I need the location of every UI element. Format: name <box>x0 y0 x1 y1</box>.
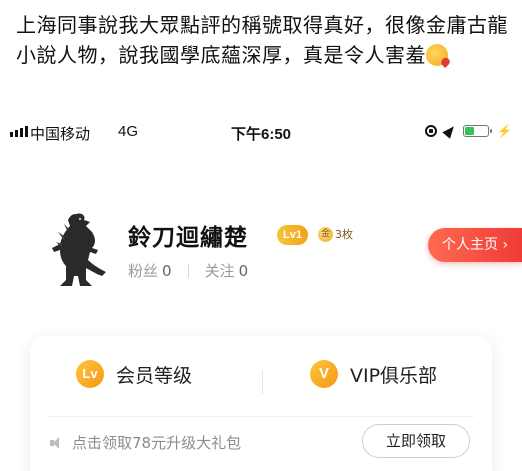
member-level-item[interactable]: Lv 会员等级 <box>76 360 192 388</box>
speaker-icon <box>50 436 64 450</box>
status-bar: 中国移动 4G 下午6:50 ⚡ <box>0 120 522 144</box>
level-icon: Lv <box>76 360 104 388</box>
membership-card: Lv 会员等级 V VIP俱乐部 点击领取78元升级大礼包 立即领取 <box>30 336 492 471</box>
profile-stats: 粉丝 0 关注 0 <box>128 260 248 281</box>
claim-now-button[interactable]: 立即领取 <box>362 424 470 458</box>
status-icons: ⚡ <box>425 123 512 139</box>
menu-divider <box>262 370 263 394</box>
location-arrow-icon <box>442 123 458 139</box>
card-divider <box>48 416 474 417</box>
battery-icon <box>463 125 493 137</box>
vip-club-item[interactable]: V VIP俱乐部 <box>310 360 437 388</box>
app-screenshot: 中国移动 4G 下午6:50 ⚡ 鈴刀迴繡楚 Lv1 金 3枚 粉丝 0 关注 0 … <box>0 112 522 471</box>
following-stat[interactable]: 关注 0 <box>205 260 249 281</box>
followers-count: 0 <box>162 262 172 280</box>
promo-text: 点击领取78元升级大礼包 <box>72 434 242 452</box>
coin-count: 3枚 <box>335 228 353 241</box>
post-caption: 上海同事說我大眾點評的稱號取得真好，很像金庸古龍小說人物，說我國學底蘊深厚，真是… <box>16 10 512 70</box>
charging-bolt-icon: ⚡ <box>497 124 512 138</box>
coin-icon: 金 <box>318 226 333 242</box>
username: 鈴刀迴繡楚 <box>128 225 248 251</box>
clock-time: 下午6:50 <box>231 126 292 143</box>
network-type: 4G <box>118 123 139 140</box>
signal-strength-icon <box>10 126 28 137</box>
vip-club-label: VIP俱乐部 <box>350 364 438 387</box>
membership-menu-row: Lv 会员等级 V VIP俱乐部 <box>30 356 492 396</box>
personal-homepage-button[interactable]: 个人主页 › <box>428 228 522 262</box>
kissing-face-emoji-icon <box>426 44 448 66</box>
level-badge[interactable]: Lv1 <box>277 225 308 245</box>
stats-divider <box>187 263 189 278</box>
followers-stat[interactable]: 粉丝 0 <box>128 260 172 281</box>
homepage-button-label: 个人主页 <box>442 237 498 253</box>
vip-icon: V <box>310 360 338 388</box>
carrier-name: 中国移动 <box>30 126 91 143</box>
promo-notice[interactable]: 点击领取78元升级大礼包 <box>50 432 241 453</box>
godzilla-avatar[interactable] <box>46 210 108 288</box>
followers-label: 粉丝 <box>128 262 159 280</box>
following-count: 0 <box>238 262 249 280</box>
member-level-label: 会员等级 <box>116 364 193 387</box>
rotation-lock-icon <box>425 125 438 137</box>
following-label: 关注 <box>204 262 235 280</box>
coin-badge[interactable]: 金 3枚 <box>318 226 353 242</box>
